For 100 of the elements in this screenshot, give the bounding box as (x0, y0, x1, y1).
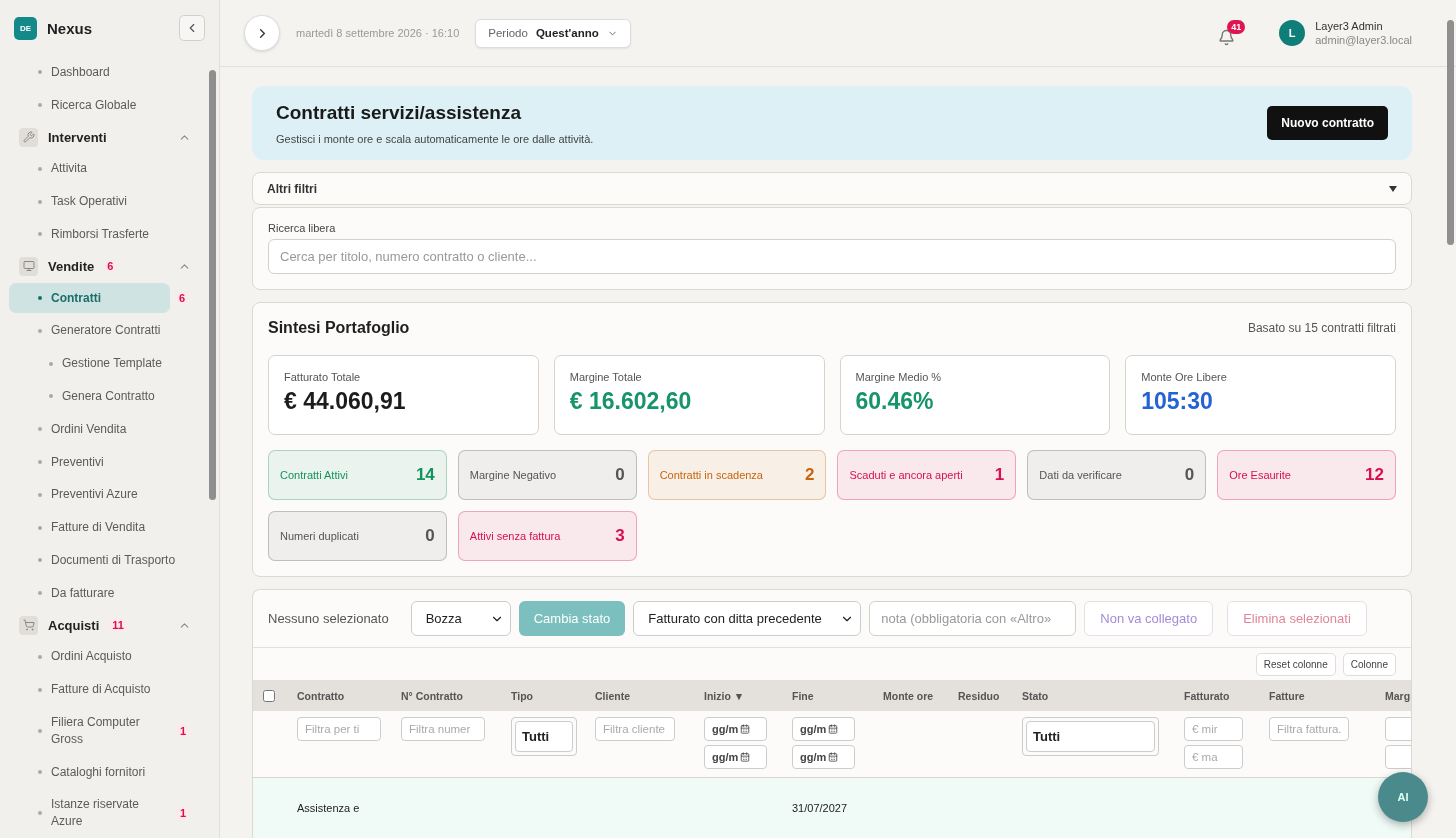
table-cell-text: 31/07/2027 (792, 802, 849, 816)
sidebar-item[interactable]: Dashboard (9, 57, 118, 88)
bullet-icon (38, 232, 42, 237)
kpi-label: Fatturato Totale (284, 371, 362, 383)
date-field[interactable]: gg/m (792, 717, 855, 741)
column-header[interactable]: Residuo (958, 689, 1022, 702)
table-cell-text: Assistenza e (297, 802, 361, 816)
date-field[interactable]: gg/m (792, 745, 855, 769)
bullet-icon (38, 687, 42, 692)
bullet-icon (38, 811, 42, 816)
tile-count: 12 (1365, 465, 1384, 485)
tile-count: 2 (805, 465, 815, 485)
range-field[interactable]: € mir (1184, 717, 1243, 741)
page-subtitle: Gestisci i monte ore e scala automaticamente le ore dalle attività. (276, 132, 595, 145)
reset-columns-button[interactable]: Reset colonne (1255, 652, 1336, 676)
column-header[interactable]: Cliente (595, 689, 704, 702)
sidebar-item[interactable]: Task Operativi (9, 186, 136, 217)
column-header[interactable]: Contratto (297, 689, 401, 702)
range-field[interactable]: € ma (1184, 745, 1243, 769)
tile-label: Attivi senza fattura (469, 530, 561, 542)
column-header[interactable]: Monte ore (883, 689, 958, 702)
cart-icon (19, 615, 38, 635)
bullet-icon (38, 70, 42, 75)
kpi-label: Margine Medio % (855, 371, 943, 383)
sidebar-item[interactable]: Filiera Computer Gross (9, 707, 171, 755)
sidebar-item[interactable]: Ordini Vendita (9, 413, 135, 445)
sidebar-item[interactable]: Ordini Acquisto (9, 641, 140, 673)
sidebar-item[interactable]: Fatture di Vendita (9, 512, 154, 543)
filters-label: Altri filtri (267, 181, 317, 196)
note-field[interactable]: nota (obbligatoria con «Altro» (869, 601, 1077, 636)
tile-count: 0 (1184, 465, 1195, 485)
status-tile[interactable]: Contratti in scadenza 2 (647, 450, 827, 500)
filter-field[interactable]: Filtra per ti (297, 717, 381, 741)
sidebar-item[interactable]: Genera Contratto (9, 381, 163, 412)
tile-count: 1 (994, 465, 1005, 485)
section-title: Sintesi Portafoglio (268, 319, 410, 337)
sidebar-item[interactable]: Rimborsi Trasferte (9, 219, 158, 250)
expand-button[interactable] (244, 15, 280, 51)
summary-note: Basato su 15 contratti filtrati (1247, 321, 1396, 335)
count-badge: 6 (176, 292, 189, 305)
filter-field[interactable]: Filtra fattura. (1269, 717, 1349, 741)
filter-select[interactable]: Tutti (1026, 721, 1155, 752)
user-avatar[interactable]: L (1279, 20, 1306, 46)
filter-field[interactable]: Filtra numer (401, 717, 485, 741)
notifications-button[interactable]: 41 (1218, 20, 1246, 46)
sidebar-item[interactable]: Da fatturare (9, 577, 123, 609)
column-header[interactable]: Inizio ▼ (704, 689, 792, 702)
sidebar-item[interactable]: Istanze riservate Azure (9, 789, 171, 837)
status-tile[interactable]: Scaduti e ancora aperti 1 (837, 450, 1017, 500)
columns-button[interactable]: Colonne (1342, 652, 1396, 676)
collapse-button[interactable] (179, 15, 205, 41)
column-header[interactable]: Fatturato (1184, 689, 1269, 702)
status-tile[interactable]: Attivi senza fattura 3 (457, 511, 637, 561)
filter-select[interactable]: Tutti (515, 721, 573, 752)
period-dropdown[interactable]: Periodo Quest'anno (475, 18, 631, 48)
user-email: admin@layer3.local (1315, 33, 1412, 48)
column-header[interactable]: Fatture (1269, 689, 1385, 702)
search-field[interactable]: Cerca per titolo, numero contratto o cliente... (268, 239, 1396, 274)
date-field[interactable]: gg/m (704, 717, 767, 741)
sidebar-item[interactable]: Generatore Contratti (9, 315, 169, 347)
tile-label: Contratti Attivi (280, 469, 348, 481)
column-header[interactable]: N° Contratto (401, 689, 511, 702)
sidebar-group[interactable]: Acquisti (48, 617, 100, 633)
sidebar-item[interactable]: Preventivi (9, 446, 112, 478)
status-tile[interactable]: Dati da verificare 0 (1027, 450, 1207, 500)
assistant-button[interactable]: AI (1378, 772, 1428, 822)
filters-toggle[interactable]: Altri filtri (252, 172, 1412, 205)
status-tile[interactable]: Margine Negativo 0 (457, 450, 637, 500)
new-contract-button[interactable]: Nuovo contratto (1267, 106, 1388, 141)
bullet-icon (38, 328, 42, 333)
sidebar-item[interactable]: Contratti (9, 282, 170, 314)
sidebar-item[interactable]: Ricerca Globale (9, 89, 145, 121)
sidebar-group[interactable]: Vendite (48, 258, 95, 274)
select-all-checkbox[interactable] (263, 689, 275, 702)
reason-select[interactable]: Fatturato con ditta precedente (633, 601, 862, 636)
status-tile[interactable]: Numeri duplicati 0 (268, 511, 447, 561)
sidebar-item[interactable]: Gestione Template (9, 348, 170, 380)
count-badge: 6 (104, 260, 117, 273)
bullet-icon (38, 591, 42, 596)
column-header[interactable]: Marg (1385, 689, 1411, 702)
tile-count: 3 (615, 526, 625, 546)
sidebar-item[interactable]: Cataloghi fornitori (9, 756, 154, 788)
filter-field[interactable]: Filtra cliente (595, 717, 675, 741)
sidebar-item[interactable]: Attivita (9, 153, 95, 185)
status-tile[interactable]: Contratti Attivi 14 (268, 450, 447, 500)
date-field[interactable]: gg/m (704, 745, 767, 769)
page-title: Contratti servizi/assistenza (276, 101, 522, 124)
bullet-icon (38, 492, 42, 497)
status-tile[interactable]: Ore Esaurite 12 (1217, 450, 1396, 500)
sidebar-item[interactable]: Fatture di Acquisto (9, 674, 159, 706)
bullet-icon (38, 770, 42, 774)
brand-logo: DE (14, 16, 37, 40)
sidebar-item[interactable]: Documenti di Trasporto (9, 545, 184, 576)
column-header[interactable]: Tipo (511, 689, 595, 702)
column-header[interactable]: Fine (792, 689, 883, 702)
column-header[interactable]: Stato (1022, 689, 1184, 702)
monitor-icon (19, 256, 38, 276)
sidebar-group[interactable]: Interventi (48, 129, 107, 145)
sidebar-item[interactable]: Preventivi Azure (9, 479, 146, 511)
status-select[interactable]: Bozza (410, 601, 511, 636)
